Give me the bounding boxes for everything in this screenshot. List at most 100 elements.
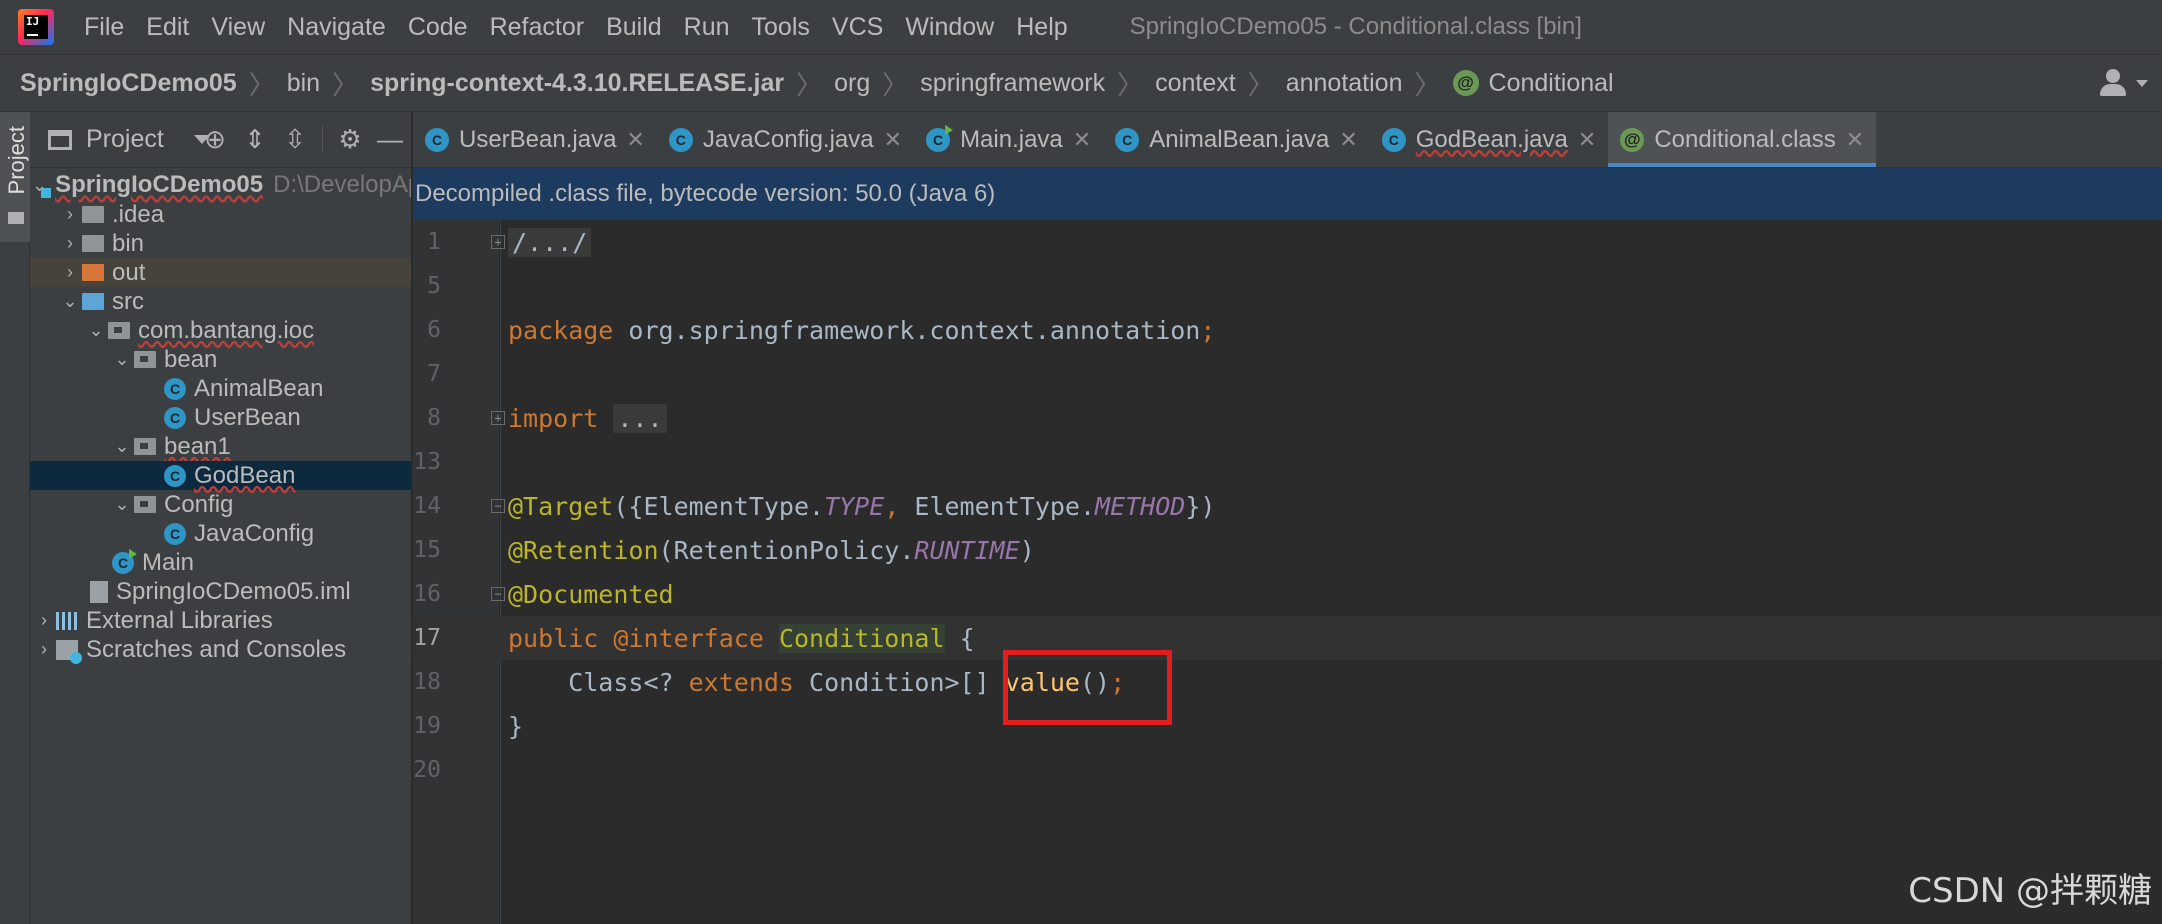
tab-javaconfig[interactable]: C JavaConfig.java ✕ — [657, 112, 914, 167]
runnable-class-icon: C — [926, 124, 954, 152]
hide-icon[interactable]: — — [377, 126, 403, 152]
tree-item-bean[interactable]: ⌄ bean — [30, 345, 411, 374]
line-number: 19 — [413, 713, 441, 739]
close-icon[interactable]: ✕ — [1578, 127, 1596, 153]
close-icon[interactable]: ✕ — [626, 127, 644, 153]
breadcrumb-conditional[interactable]: @ Conditional — [1452, 68, 1614, 98]
chevron-down-icon[interactable]: ⌄ — [110, 494, 134, 515]
tab-label: JavaConfig.java — [702, 125, 874, 153]
tree-item-main[interactable]: C Main — [30, 548, 411, 577]
tab-label: GodBean.java — [1415, 125, 1568, 153]
tab-conditional-class[interactable]: @ Conditional.class ✕ — [1608, 112, 1877, 167]
menu-vcs[interactable]: VCS — [832, 13, 883, 42]
user-menu[interactable] — [2100, 69, 2148, 97]
tree-item-label: Main — [142, 548, 195, 576]
chevron-right-icon[interactable]: › — [58, 204, 82, 225]
tab-animalbean[interactable]: C AnimalBean.java ✕ — [1103, 112, 1370, 167]
chevron-right-icon[interactable]: › — [32, 639, 56, 660]
menu-refactor[interactable]: Refactor — [490, 13, 584, 42]
tree-item-project-root[interactable]: ⌄ SpringIoCDemo05 D:\DevelopApplica — [30, 170, 411, 200]
close-icon[interactable]: ✕ — [884, 127, 902, 153]
tab-main[interactable]: C Main.java ✕ — [914, 112, 1103, 167]
fold-collapse-icon[interactable]: − — [491, 499, 505, 513]
collapse-all-icon[interactable]: ⇳ — [282, 126, 308, 152]
menu-file[interactable]: File — [84, 13, 124, 42]
highlighted-identifier[interactable]: Conditional — [778, 623, 945, 653]
chevron-right-icon[interactable]: › — [58, 233, 82, 254]
locate-icon[interactable]: ⊕ — [202, 126, 228, 152]
tree-item-animalbean[interactable]: C AnimalBean — [30, 374, 411, 403]
folded-region[interactable]: /.../ — [508, 227, 592, 257]
breadcrumb-project[interactable]: SpringIoCDemo05 — [20, 69, 237, 98]
project-stripe-label: Project — [4, 126, 29, 195]
code-line: 7 — [413, 352, 2162, 396]
line-number: 16 — [413, 581, 441, 607]
chevron-down-icon[interactable]: ⌄ — [58, 291, 82, 312]
project-tool-window-button[interactable]: Project — [0, 112, 30, 242]
tree-item-bin[interactable]: › bin — [30, 229, 411, 258]
menu-window[interactable]: Window — [905, 13, 994, 42]
breadcrumb-annotation[interactable]: annotation — [1286, 69, 1403, 98]
fold-expand-icon[interactable]: + — [491, 411, 505, 425]
menu-tools[interactable]: Tools — [752, 13, 810, 42]
expand-all-icon[interactable]: ⇕ — [242, 126, 268, 152]
gear-icon[interactable]: ⚙ — [337, 126, 363, 152]
menu-bar: IJ File Edit View Navigate Code Refactor… — [0, 0, 2162, 54]
tree-item-userbean[interactable]: C UserBean — [30, 403, 411, 432]
folder-icon — [8, 212, 24, 224]
package-icon — [134, 438, 156, 455]
breadcrumb-conditional-label: Conditional — [1488, 68, 1614, 97]
breadcrumb-springframework[interactable]: springframework — [920, 69, 1105, 98]
breadcrumb-bin[interactable]: bin — [287, 69, 320, 98]
line-number: 8 — [427, 405, 441, 431]
condition-type[interactable]: Condition — [794, 668, 944, 697]
tree-item-external-libraries[interactable]: › External Libraries — [30, 606, 411, 635]
menu-view[interactable]: View — [211, 13, 265, 42]
menu-help[interactable]: Help — [1016, 13, 1067, 42]
breadcrumb-org[interactable]: org — [834, 69, 870, 98]
code-text: @Documented — [508, 579, 674, 609]
breadcrumb-context[interactable]: context — [1155, 69, 1236, 98]
code-line: 16 − @Documented — [413, 572, 2162, 616]
project-view-selector[interactable]: Project — [86, 125, 164, 154]
highlight-box — [1003, 650, 1172, 725]
chevron-down-icon — [2136, 79, 2148, 87]
menu-navigate[interactable]: Navigate — [287, 13, 386, 42]
close-icon[interactable]: ✕ — [1339, 127, 1357, 153]
folded-region[interactable]: ... — [613, 403, 667, 433]
menu-edit[interactable]: Edit — [146, 13, 189, 42]
chevron-down-icon[interactable]: ⌄ — [84, 320, 108, 341]
code-line: 5 — [413, 264, 2162, 308]
chevron-down-icon[interactable]: ⌄ — [110, 436, 134, 457]
class-icon: C — [164, 464, 186, 487]
menu-code[interactable]: Code — [408, 13, 468, 42]
fold-collapse-icon[interactable]: − — [491, 587, 505, 601]
breadcrumb-jar[interactable]: spring-context-4.3.10.RELEASE.jar — [370, 69, 784, 98]
menu-run[interactable]: Run — [684, 13, 730, 42]
breadcrumb-separator: 〉 — [1414, 69, 1441, 100]
intellij-logo-icon[interactable]: IJ — [18, 9, 54, 45]
close-icon[interactable]: ✕ — [1073, 127, 1091, 153]
tab-godbean[interactable]: C GodBean.java ✕ — [1370, 112, 1609, 167]
chevron-down-icon[interactable]: ⌄ — [110, 349, 134, 370]
menu-build[interactable]: Build — [606, 13, 662, 42]
chevron-right-icon[interactable]: › — [58, 262, 82, 283]
tree-item-package[interactable]: ⌄ com.bantang.ioc — [30, 316, 411, 345]
tree-item-idea[interactable]: › .idea — [30, 200, 411, 229]
tree-item-out[interactable]: › out — [30, 258, 411, 287]
tree-item-bean1[interactable]: ⌄ bean1 — [30, 432, 411, 461]
tree-item-godbean[interactable]: C GodBean — [30, 461, 411, 490]
code-line: 19 } — [413, 704, 2162, 748]
code-editor[interactable]: 1 + /.../ 5 6 package org.springframewor… — [413, 220, 2162, 924]
close-icon[interactable]: ✕ — [1846, 127, 1864, 153]
tree-item-src[interactable]: ⌄ src — [30, 287, 411, 316]
tree-item-javaconfig[interactable]: C JavaConfig — [30, 519, 411, 548]
tree-item-scratches[interactable]: › Scratches and Consoles — [30, 635, 411, 664]
chevron-right-icon[interactable]: › — [32, 610, 56, 631]
fold-expand-icon[interactable]: + — [491, 235, 505, 249]
class-icon: C — [425, 127, 449, 152]
tree-item-config[interactable]: ⌄ Config — [30, 490, 411, 519]
tree-item-iml[interactable]: SpringIoCDemo05.iml — [30, 577, 411, 606]
tree-item-label: bin — [112, 229, 145, 257]
tab-userbean[interactable]: C UserBean.java ✕ — [413, 112, 657, 167]
